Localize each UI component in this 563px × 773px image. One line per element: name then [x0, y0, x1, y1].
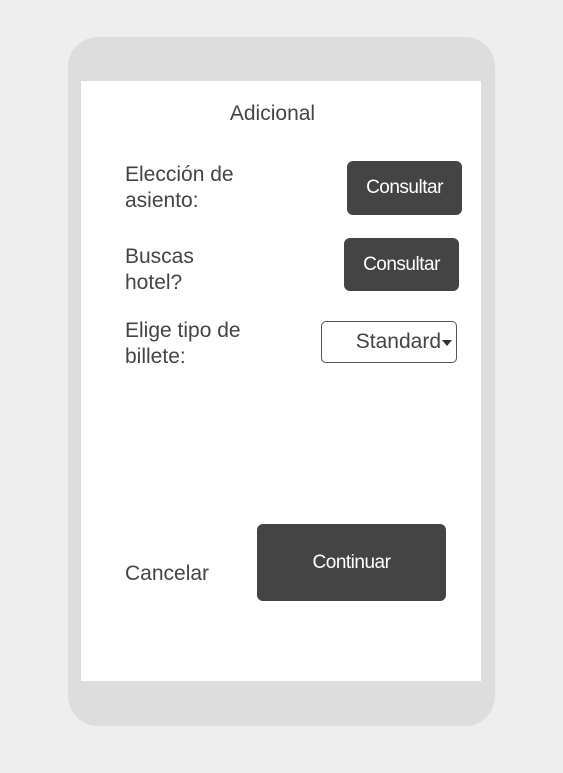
hotel-label: Buscas hotel?	[125, 245, 194, 294]
ticket-type-select[interactable]: Standard	[321, 321, 457, 363]
seat-consult-button[interactable]: Consultar	[347, 161, 462, 215]
cancel-link[interactable]: Cancelar	[125, 562, 209, 586]
seat-selection-label: Elección de asiento:	[125, 163, 234, 212]
hotel-consult-button[interactable]: Consultar	[344, 238, 459, 291]
ticket-type-label: Elige tipo de billete:	[125, 319, 241, 368]
caret-down-icon	[442, 340, 452, 346]
continue-button[interactable]: Continuar	[257, 524, 446, 601]
page-title: Adicional	[229, 102, 316, 125]
ticket-type-value: Standard	[355, 330, 441, 353]
